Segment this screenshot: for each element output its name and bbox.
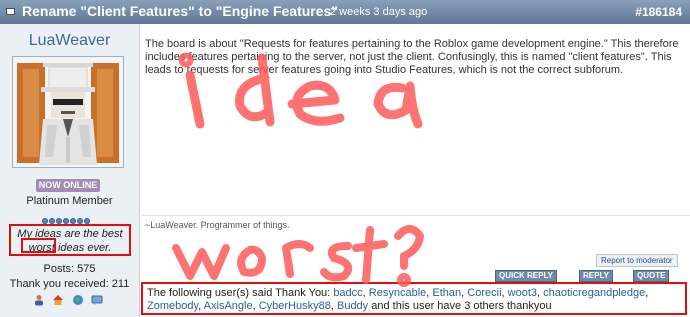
thanks-user-link[interactable]: Corecii (467, 287, 501, 299)
home-icon[interactable] (52, 294, 64, 306)
post-signature: ~LuaWeaver. Programmer of things. (145, 220, 290, 230)
thanks-user-link[interactable]: Zomebody (147, 300, 198, 312)
quote-button[interactable]: QUOTE (633, 270, 670, 282)
online-status-badge: NOW ONLINE (36, 179, 100, 192)
thanks-user-link[interactable]: Buddy (337, 300, 368, 312)
signature-divider (141, 215, 690, 216)
post-id-link[interactable]: #186184 (635, 5, 682, 19)
avatar-image (13, 57, 123, 167)
thanks-list: The following user(s) said Thank You: ba… (141, 282, 687, 315)
post-header: Rename "Client Features" to "Engine Feat… (0, 0, 690, 24)
reply-button[interactable]: REPLY (579, 270, 613, 282)
thanks-user-link[interactable]: badcc (333, 287, 362, 299)
username-link[interactable]: LuaWeaver (0, 32, 139, 50)
post-body: The board is about "Requests for feature… (145, 38, 679, 76)
thanks-user-link[interactable]: CyberHusky88 (259, 300, 331, 312)
thanks-prefix: The following user(s) said Thank You: (147, 287, 331, 299)
thanks-user-link[interactable]: woot3 (508, 287, 537, 299)
post-count: Posts: 575 (43, 263, 96, 275)
thanks-user-link[interactable]: Resyncable (369, 287, 426, 299)
user-profile-icons (33, 294, 106, 308)
avatar[interactable] (12, 56, 124, 168)
user-sidebar: LuaWeaver NOW ONLINE Platinum Member My … (0, 24, 140, 317)
user-icon[interactable] (33, 294, 45, 306)
post-icon (6, 8, 15, 15)
thanks-user-link[interactable]: chaoticregandpledge (543, 287, 645, 299)
thanks-suffix: and this user have 3 others thankyou (371, 300, 552, 312)
scrawl-worst (172, 244, 230, 280)
thanks-user-link[interactable]: AxisAngle (204, 300, 253, 312)
message-icon[interactable] (91, 294, 103, 306)
thanks-user-link[interactable]: Ethan (432, 287, 461, 299)
scrawl-idea (185, 70, 205, 129)
highlight-box-worst (21, 238, 56, 253)
report-to-moderator-link[interactable]: Report to moderator (596, 254, 678, 267)
rank-dots (42, 211, 91, 224)
quick-reply-button[interactable]: QUICK REPLY (495, 270, 557, 282)
thread-title[interactable]: Rename "Client Features" to "Engine Feat… (22, 3, 338, 19)
post-time: 2 weeks 3 days ago (330, 6, 428, 18)
user-rank: Platinum Member (26, 195, 113, 207)
thanks-received-count: Thank you received: 211 (9, 278, 130, 290)
globe-icon[interactable] (72, 294, 84, 306)
